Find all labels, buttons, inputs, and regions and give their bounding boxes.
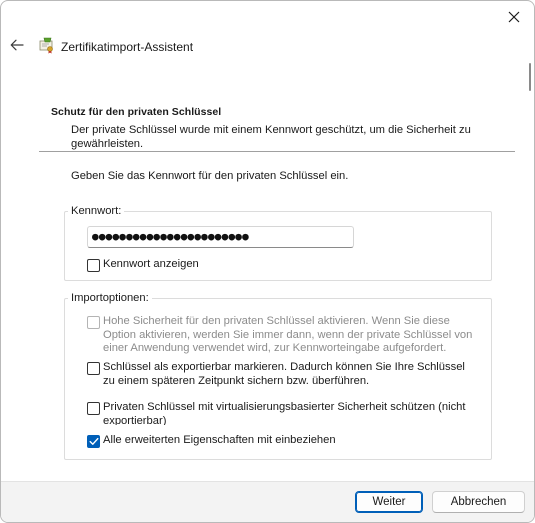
exportable-label: Schlüssel als exportierbar markieren. Da… (103, 361, 465, 387)
back-button[interactable] (7, 35, 27, 55)
password-group-legend: Kennwort: (68, 205, 125, 217)
show-password-checkbox[interactable] (87, 259, 100, 272)
next-button[interactable]: Weiter (355, 491, 423, 513)
high-security-label: Hohe Sicherheit für den privaten Schlüss… (103, 315, 473, 354)
show-password-label: Kennwort anzeigen (103, 258, 199, 270)
wizard-window: Zertifikatimport-Assistent Schutz für de… (0, 0, 535, 523)
vbs-protect-option[interactable]: Privaten Schlüssel mit virtualisierungsb… (87, 401, 479, 425)
password-input[interactable]: ●●●●●●●●●●●●●●●●●●●●●●● (87, 226, 354, 248)
section-description: Der private Schlüssel wurde mit einem Ke… (71, 124, 471, 150)
password-prompt: Geben Sie das Kennwort für den privaten … (71, 170, 349, 182)
include-properties-checkbox[interactable] (87, 435, 100, 448)
header-divider (39, 151, 515, 152)
exportable-option[interactable]: Schlüssel als exportierbar markieren. Da… (87, 361, 479, 388)
vbs-protect-label: Privaten Schlüssel mit virtualisierungsb… (103, 401, 466, 425)
show-password-option[interactable]: Kennwort anzeigen (87, 258, 199, 272)
back-arrow-icon (10, 39, 24, 51)
high-security-option[interactable]: Hohe Sicherheit für den privaten Schlüss… (87, 315, 479, 356)
import-options-legend: Importoptionen: (68, 292, 152, 304)
include-properties-option[interactable]: Alle erweiterten Eigenschaften mit einbe… (87, 434, 336, 448)
high-security-checkbox[interactable] (87, 316, 100, 329)
vbs-protect-checkbox[interactable] (87, 402, 100, 415)
window-title: Zertifikatimport-Assistent (61, 40, 194, 54)
section-heading: Schutz für den privaten Schlüssel (51, 106, 222, 118)
close-button[interactable] (502, 5, 526, 29)
certificate-icon (39, 37, 53, 54)
checkmark-icon (89, 437, 98, 445)
close-icon (508, 11, 520, 23)
cancel-button[interactable]: Abbrechen (432, 491, 525, 513)
scrollbar-thumb[interactable] (529, 63, 531, 91)
include-properties-label: Alle erweiterten Eigenschaften mit einbe… (103, 434, 336, 446)
exportable-checkbox[interactable] (87, 362, 100, 375)
